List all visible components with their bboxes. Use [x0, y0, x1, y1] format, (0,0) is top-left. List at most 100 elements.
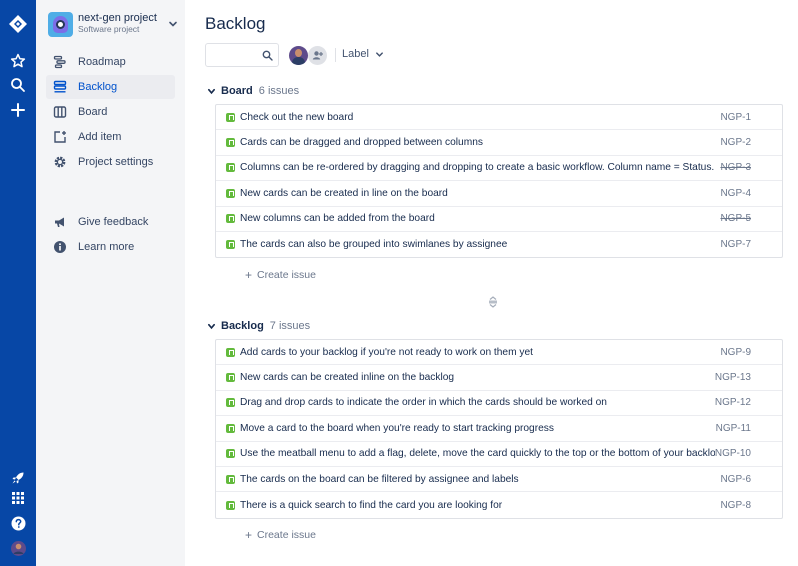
roadmap-icon [53, 55, 67, 69]
sidebar-item-roadmap[interactable]: Roadmap [46, 50, 175, 74]
filter-divider [335, 48, 336, 62]
issue-key[interactable]: NGP-1 [720, 112, 751, 123]
story-icon [226, 214, 235, 224]
issue-row[interactable]: There is a quick search to find the card… [216, 492, 782, 517]
star-icon[interactable] [6, 49, 30, 73]
add-item-icon [53, 130, 67, 144]
issue-summary: The cards on the board can be filtered b… [240, 473, 519, 485]
sidebar-item-label: Learn more [78, 241, 135, 253]
sidebar-item-label: Backlog [78, 81, 118, 93]
jira-logo-icon[interactable] [6, 12, 30, 36]
label-filter-dropdown[interactable]: Label [342, 48, 384, 60]
backlog-create-issue-button[interactable]: + Create issue [245, 528, 316, 542]
issue-key[interactable]: NGP-13 [715, 372, 751, 383]
search-icon [262, 50, 273, 61]
issue-row[interactable]: Use the meatball menu to add a flag, del… [216, 442, 782, 467]
sidebar-item-give-feedback[interactable]: Give feedback [46, 210, 175, 234]
story-icon [226, 373, 235, 383]
issue-summary: Add cards to your backlog if you're not … [240, 346, 534, 358]
issue-key[interactable]: NGP-5 [720, 213, 751, 224]
search-icon[interactable] [6, 73, 30, 97]
issue-summary: Use the meatball menu to add a flag, del… [240, 448, 715, 460]
board-create-issue-button[interactable]: + Create issue [245, 268, 316, 282]
board-issue-list: Check out the new board NGP-1 Cards can be… [215, 104, 783, 259]
issue-row[interactable]: The cards on the board can be filtered b… [216, 467, 782, 493]
story-icon [226, 500, 235, 510]
issue-row[interactable]: Cards can be dragged and dropped between… [216, 130, 782, 156]
issue-key[interactable]: NGP-7 [720, 239, 751, 250]
app-switcher-icon[interactable] [6, 486, 30, 510]
issue-key[interactable]: NGP-11 [716, 423, 751, 434]
section-title: Board [221, 85, 253, 97]
board-section-toggle[interactable]: Board 6 issues [207, 85, 299, 97]
issue-key[interactable]: NGP-12 [715, 397, 751, 408]
resize-handle-icon[interactable] [487, 296, 499, 308]
story-icon [226, 398, 235, 408]
story-icon [226, 112, 235, 122]
sidebar-item-label: Add item [78, 131, 122, 143]
issue-summary: New cards can be created in line on the … [240, 187, 448, 199]
backlog-icon [53, 80, 67, 94]
search-input[interactable] [210, 47, 260, 63]
sidebar-item-label: Board [78, 106, 108, 118]
issue-key[interactable]: NGP-6 [720, 474, 751, 485]
sidebar-item-learn-more[interactable]: Learn more [46, 235, 175, 259]
issue-key[interactable]: NGP-2 [720, 137, 751, 148]
issue-row[interactable]: New columns can be added from the board N… [216, 207, 782, 232]
project-avatar [48, 11, 73, 37]
issue-summary: There is a quick search to find the card… [240, 499, 503, 511]
chevron-down-icon [207, 88, 216, 94]
issue-row[interactable]: Check out the new board NGP-1 [216, 105, 782, 131]
profile-avatar-icon[interactable] [6, 536, 30, 560]
add-people-icon[interactable] [308, 46, 327, 65]
main-content: Backlog Label Board 6 issues Check out t… [185, 0, 798, 566]
sidebar-item-label: Roadmap [78, 56, 126, 68]
project-type: Software project [78, 24, 140, 34]
sidebar-item-label: Project settings [78, 156, 154, 168]
create-plus-icon[interactable] [6, 98, 30, 122]
assignee-avatar-filter[interactable] [289, 46, 308, 65]
issue-summary: New columns can be added from the board [240, 213, 435, 225]
backlog-issue-list: Add cards to your backlog if you're not … [215, 339, 783, 519]
issue-summary: New cards can be created inline on the b… [240, 372, 455, 384]
issue-row[interactable]: Add cards to your backlog if you're not … [216, 340, 782, 366]
issue-key[interactable]: NGP-3 [720, 162, 751, 173]
label-filter-text: Label [342, 48, 369, 60]
issue-row[interactable]: Columns can be re-ordered by dragging an… [216, 156, 782, 182]
project-switcher[interactable]: next-gen project Software project [48, 10, 178, 38]
sidebar-item-add-item[interactable]: Add item [46, 125, 175, 149]
sidebar-item-board[interactable]: Board [46, 100, 175, 124]
issue-key[interactable]: NGP-10 [715, 448, 751, 459]
issue-row[interactable]: The cards can also be grouped into swiml… [216, 232, 782, 257]
issue-summary: Cards can be dragged and dropped between… [240, 137, 483, 149]
issue-summary: Check out the new board [240, 111, 354, 123]
board-icon [53, 105, 67, 119]
story-icon [226, 163, 235, 173]
plus-icon: + [245, 528, 253, 542]
page-title: Backlog [205, 14, 266, 33]
issue-row[interactable]: Move a card to the board when you're rea… [216, 416, 782, 442]
issue-key[interactable]: NGP-8 [720, 500, 751, 511]
backlog-section-toggle[interactable]: Backlog 7 issues [207, 320, 310, 332]
story-icon [226, 347, 235, 357]
chevron-down-icon [376, 51, 383, 57]
issue-row[interactable]: Drag and drop cards to indicate the orde… [216, 391, 782, 417]
story-icon [226, 138, 235, 148]
issue-summary: Drag and drop cards to indicate the orde… [240, 397, 607, 409]
issue-row[interactable]: New cards can be created in line on the … [216, 181, 782, 207]
issue-row[interactable]: New cards can be created inline on the b… [216, 365, 782, 391]
search-field[interactable] [205, 43, 279, 67]
issue-key[interactable]: NGP-4 [720, 188, 751, 199]
story-icon [226, 449, 235, 459]
sidebar-item-backlog[interactable]: Backlog [46, 75, 175, 99]
global-nav [0, 0, 36, 566]
help-icon[interactable] [6, 511, 30, 535]
issue-key[interactable]: NGP-9 [720, 347, 751, 358]
chevron-down-icon [207, 323, 216, 329]
sidebar-item-project-settings[interactable]: Project settings [46, 150, 175, 174]
plus-icon: + [245, 268, 253, 282]
story-icon [226, 188, 235, 198]
story-icon [226, 423, 235, 433]
gear-icon [53, 155, 67, 169]
issue-summary: Columns can be re-ordered by dragging an… [240, 162, 715, 174]
